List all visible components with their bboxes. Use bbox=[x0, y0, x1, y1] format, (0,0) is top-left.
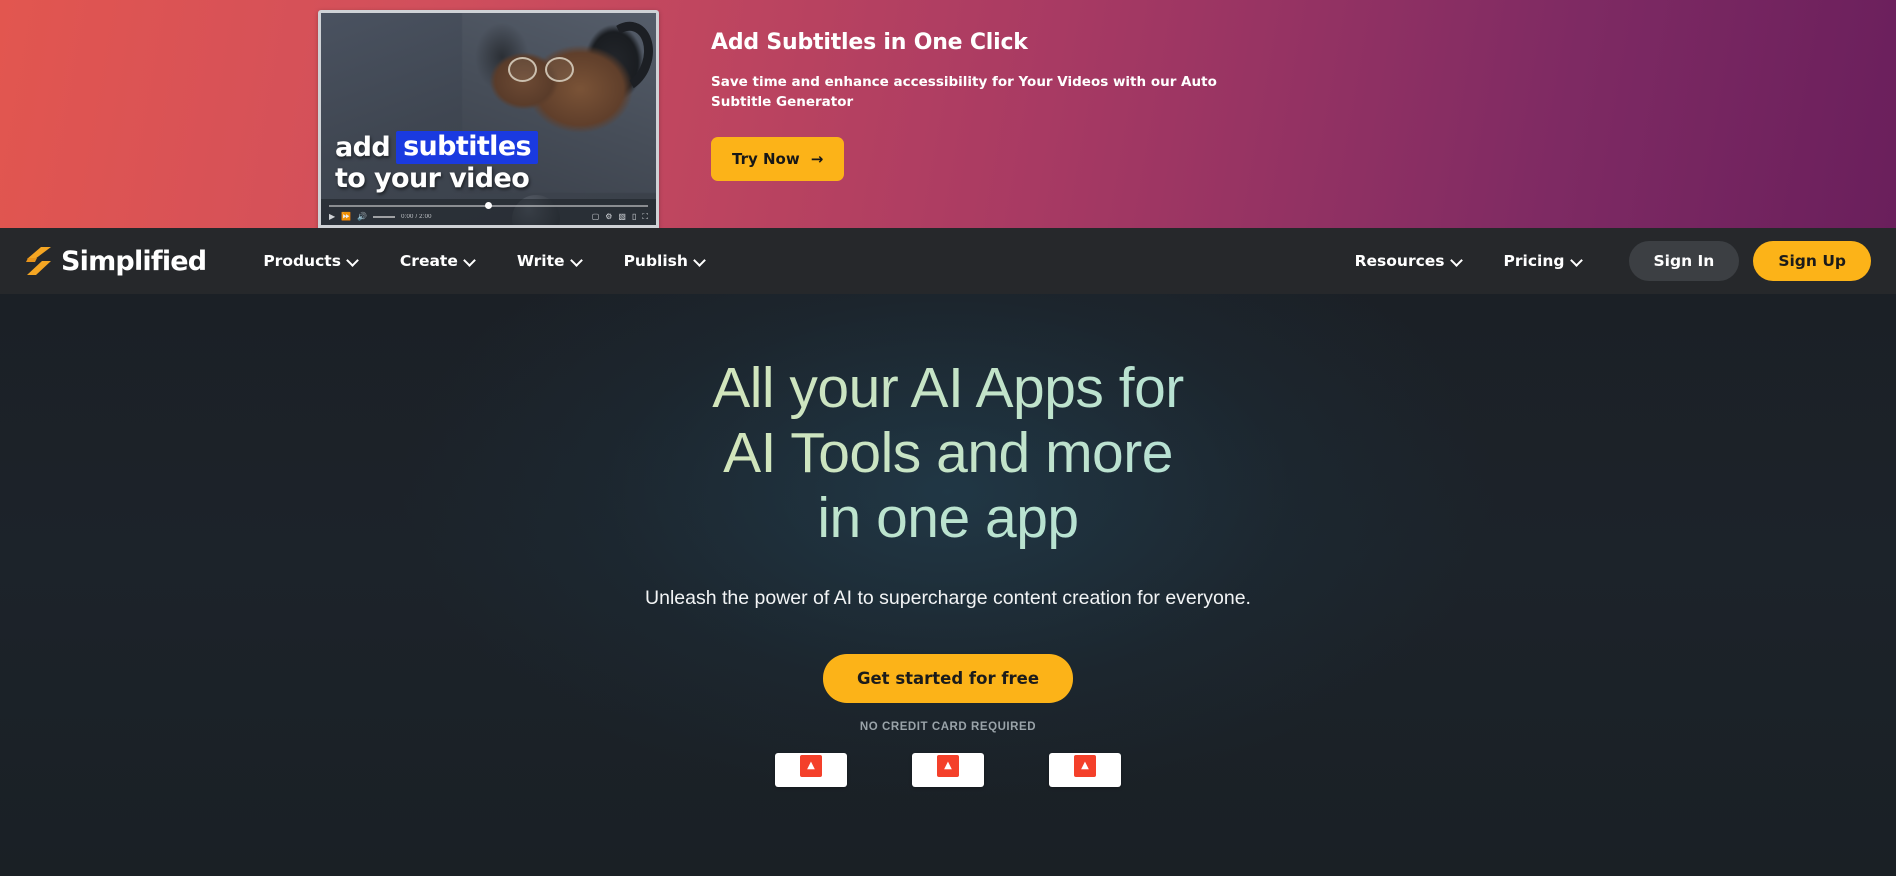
nav-label-write: Write bbox=[516, 252, 565, 270]
nav-item-resources[interactable]: Resources bbox=[1334, 252, 1483, 270]
video-time: 0:00 / 2:00 bbox=[401, 213, 432, 220]
nav-label-create: Create bbox=[399, 252, 458, 270]
try-now-button[interactable]: Try Now → bbox=[711, 136, 845, 181]
review-badge-3[interactable]: ▲ bbox=[1049, 752, 1121, 787]
promo-copy: Add Subtitles in One Click Save time and… bbox=[711, 0, 1239, 181]
nav-label-products: Products bbox=[263, 252, 341, 270]
no-credit-card-note: NO CREDIT CARD REQUIRED bbox=[859, 720, 1037, 733]
fullscreen-icon[interactable]: ⛶ bbox=[642, 212, 648, 221]
sign-up-button[interactable]: Sign Up bbox=[1753, 241, 1871, 281]
badge-chip-icon: ▲ bbox=[937, 754, 959, 777]
hero-heading-line-2: AI Tools and more bbox=[0, 421, 1896, 486]
brand-name: Simplified bbox=[61, 245, 207, 277]
chevron-down-icon bbox=[695, 255, 705, 265]
nav-item-create[interactable]: Create bbox=[379, 252, 496, 270]
next-icon[interactable]: ⏩ bbox=[341, 212, 351, 221]
miniplayer-icon[interactable]: ▧ bbox=[618, 212, 626, 221]
review-badge-2[interactable]: ▲ bbox=[912, 752, 984, 787]
caption-word-subtitles: subtitles bbox=[396, 130, 539, 164]
settings-icon[interactable]: ⚙ bbox=[605, 212, 612, 221]
caption-line-2: to your video bbox=[335, 162, 530, 194]
nav-item-pricing[interactable]: Pricing bbox=[1483, 252, 1603, 270]
main-navbar: Simplified Products Create Write Publish… bbox=[0, 228, 1896, 294]
seek-handle[interactable] bbox=[485, 201, 493, 209]
volume-icon[interactable]: 🔊 bbox=[357, 212, 367, 221]
glasses-icon bbox=[508, 57, 574, 82]
promo-banner: add subtitles to your video ▶ ⏩ 🔊 0:00 /… bbox=[0, 0, 1896, 228]
review-badges: ▲ ▲ ▲ bbox=[0, 752, 1896, 787]
nav-label-pricing: Pricing bbox=[1503, 252, 1565, 270]
nav-label-publish: Publish bbox=[623, 252, 688, 270]
get-started-button[interactable]: Get started for free bbox=[822, 653, 1074, 703]
nav-item-publish[interactable]: Publish bbox=[603, 252, 726, 270]
chevron-down-icon bbox=[348, 255, 358, 265]
hero-heading-line-1: All your AI Apps for bbox=[0, 356, 1896, 421]
play-icon[interactable]: ▶ bbox=[329, 212, 335, 221]
video-preview[interactable]: add subtitles to your video ▶ ⏩ 🔊 0:00 /… bbox=[321, 13, 656, 225]
nav-label-resources: Resources bbox=[1354, 252, 1445, 270]
nav-item-products[interactable]: Products bbox=[242, 252, 379, 270]
promo-video-thumbnail[interactable]: add subtitles to your video ▶ ⏩ 🔊 0:00 /… bbox=[318, 10, 659, 228]
chevron-down-icon bbox=[1572, 255, 1582, 265]
video-caption-overlay: add subtitles to your video bbox=[335, 130, 539, 194]
seek-bar[interactable] bbox=[329, 201, 648, 209]
caption-word-add: add bbox=[335, 131, 391, 163]
subtitles-icon[interactable]: ▢ bbox=[592, 212, 600, 221]
arrow-right-icon: → bbox=[810, 149, 824, 168]
chevron-down-icon bbox=[1452, 255, 1462, 265]
nav-primary-links: Products Create Write Publish bbox=[242, 252, 726, 270]
volume-slider[interactable] bbox=[373, 215, 396, 218]
badge-chip-icon: ▲ bbox=[1074, 754, 1096, 777]
hero-section: All your AI Apps for AI Tools and more i… bbox=[0, 294, 1896, 876]
brand-logo[interactable]: Simplified bbox=[25, 245, 207, 277]
theater-icon[interactable]: ▯ bbox=[632, 212, 636, 221]
review-badge-1[interactable]: ▲ bbox=[775, 752, 847, 787]
hero-heading-line-3: in one app bbox=[0, 486, 1896, 551]
sign-in-button[interactable]: Sign In bbox=[1628, 241, 1740, 281]
video-controls-bar[interactable]: ▶ ⏩ 🔊 0:00 / 2:00 ▢ ⚙ ▧ ▯ ⛶ bbox=[321, 199, 656, 225]
badge-chip-icon: ▲ bbox=[800, 754, 822, 777]
promo-title: Add Subtitles in One Click bbox=[711, 30, 1028, 55]
chevron-down-icon bbox=[572, 255, 582, 265]
simplified-logo-icon bbox=[25, 246, 52, 276]
hero-subheading: Unleash the power of AI to supercharge c… bbox=[645, 586, 1251, 609]
promo-subtitle: Save time and enhance accessibility for … bbox=[711, 74, 1217, 111]
nav-secondary-links: Resources Pricing Sign In Sign Up bbox=[1334, 241, 1871, 281]
chevron-down-icon bbox=[465, 255, 475, 265]
hero-heading: All your AI Apps for AI Tools and more i… bbox=[0, 356, 1896, 551]
nav-item-write[interactable]: Write bbox=[496, 252, 603, 270]
try-now-label: Try Now bbox=[732, 149, 800, 168]
